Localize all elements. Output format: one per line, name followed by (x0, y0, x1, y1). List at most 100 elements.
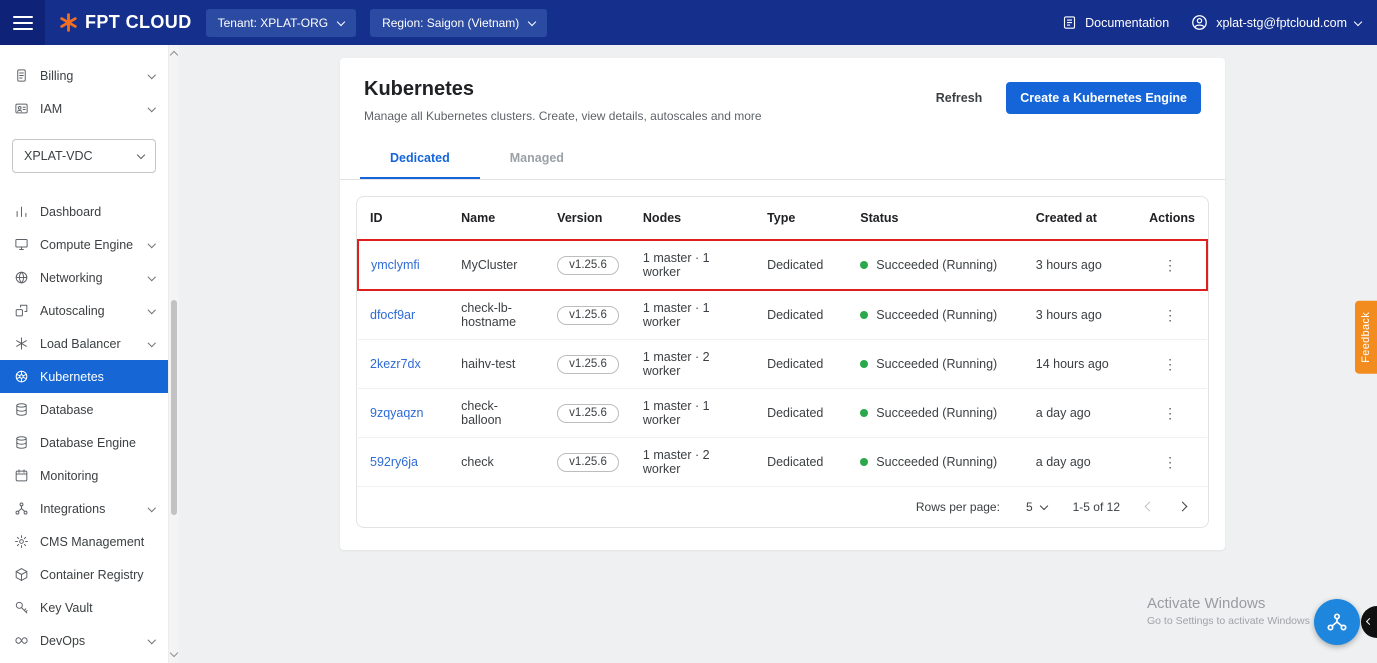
sidebar-item-autoscaling[interactable]: Autoscaling (0, 294, 168, 327)
region-label: Region: Saigon (Vietnam) (382, 15, 520, 30)
created-at: 3 hours ago (1035, 258, 1102, 272)
version-badge: v1.25.6 (557, 403, 619, 423)
sidebar-item-label: Database Engine (40, 435, 136, 450)
table-row: ymclymfi MyCluster v1.25.6 1 master · 1 wor… (357, 239, 1208, 291)
dashboard-icon (14, 204, 29, 219)
sidebar-item-cms-management[interactable]: CMS Management (0, 525, 168, 558)
menu-button[interactable] (0, 0, 45, 45)
sidebar-item-load-balancer[interactable]: Load Balancer (0, 327, 168, 360)
sidebar-item-iam[interactable]: IAM (0, 92, 168, 125)
row-actions-button[interactable]: ⋮ (1149, 356, 1177, 373)
sidebar-item-networking[interactable]: Networking (0, 261, 168, 294)
row-actions-button[interactable]: ⋮ (1149, 257, 1177, 274)
cluster-name: check (461, 455, 494, 469)
ai-assistant-icon (1325, 610, 1349, 634)
table-row: 2kezr7dx haihv-test v1.25.6 1 master · 2 wo… (358, 339, 1207, 389)
scroll-up-arrow-icon[interactable] (169, 50, 179, 60)
created-at: 14 hours ago (1035, 357, 1109, 371)
chevron-down-icon (147, 70, 156, 79)
documentation-link[interactable]: Documentation (1062, 15, 1169, 30)
cluster-name: haihv-test (461, 357, 516, 371)
column-header: Type (767, 211, 796, 225)
tab-label: Managed (509, 151, 564, 165)
account-menu[interactable]: xplat-stg@fptcloud.com (1191, 14, 1363, 31)
sidebar-item-integrations[interactable]: Integrations (0, 492, 168, 525)
cluster-nodes: 1 master · 1 worker (642, 251, 710, 279)
sidebar-item-database[interactable]: Database (0, 393, 168, 426)
column-header: Actions (1149, 211, 1195, 225)
column-header: Status (860, 211, 899, 225)
status-text: Succeeded (Running) (876, 455, 998, 469)
hamburger-icon (12, 15, 33, 30)
sidebar-main-group: Dashboard Compute Engine Networking Autosca… (0, 195, 168, 657)
created-at: a day ago (1035, 406, 1091, 420)
tab-managed[interactable]: Managed (480, 139, 594, 179)
status-dot-icon (860, 261, 869, 269)
status-dot-icon (860, 311, 869, 319)
status-dot-icon (860, 409, 869, 417)
create-kubernetes-button[interactable]: Create a Kubernetes Engine (1006, 82, 1201, 114)
activate-windows-watermark: Activate Windows Go to Settings to activ… (1147, 595, 1310, 627)
feedback-tab[interactable]: Feedback (1355, 301, 1377, 374)
version-badge: v1.25.6 (557, 452, 619, 472)
sidebar-item-database-engine[interactable]: Database Engine (0, 426, 168, 459)
topbar: FPT CLOUD Tenant: XPLAT-ORG Region: Saig… (0, 0, 1377, 45)
sidebar-item-monitoring[interactable]: Monitoring (0, 459, 168, 492)
compute-engine-icon (14, 237, 29, 252)
cluster-id-link[interactable]: 592ry6ja (370, 455, 418, 469)
sidebar-item-dashboard[interactable]: Dashboard (0, 195, 168, 228)
region-selector[interactable]: Region: Saigon (Vietnam) (370, 8, 548, 37)
cluster-nodes: 1 master · 1 worker (642, 301, 710, 329)
row-actions-button[interactable]: ⋮ (1149, 454, 1177, 471)
tab-dedicated[interactable]: Dedicated (360, 139, 480, 179)
vdc-selector[interactable]: XPLAT-VDC (12, 139, 156, 173)
tenant-selector[interactable]: Tenant: XPLAT-ORG (205, 8, 357, 37)
sidebar-item-billing[interactable]: Billing (0, 59, 168, 92)
chevron-down-icon (147, 239, 156, 248)
row-actions-button[interactable]: ⋮ (1149, 307, 1177, 324)
status-badge: Succeeded (Running) (860, 258, 1011, 272)
status-badge: Succeeded (Running) (860, 357, 1011, 371)
chevron-down-icon (147, 272, 156, 281)
sidebar-item-compute-engine[interactable]: Compute Engine (0, 228, 168, 261)
row-actions-button[interactable]: ⋮ (1149, 405, 1177, 422)
cluster-id-link[interactable]: dfocf9ar (370, 308, 415, 322)
refresh-button[interactable]: Refresh (930, 90, 989, 106)
cluster-id-link[interactable]: ymclymfi (371, 258, 420, 272)
support-chat-button[interactable] (1314, 599, 1360, 645)
status-badge: Succeeded (Running) (860, 455, 1011, 469)
prev-page-button[interactable] (1144, 501, 1155, 511)
sidebar-item-key-vault[interactable]: Key Vault (0, 591, 168, 624)
devops-icon (14, 633, 29, 648)
chevron-down-icon (528, 17, 537, 26)
cluster-nodes: 1 master · 2 worker (642, 448, 710, 476)
billing-icon (14, 68, 29, 83)
rows-per-page-select[interactable]: 5 (1026, 500, 1048, 514)
version-badge: v1.25.6 (557, 354, 619, 374)
chevron-right-icon (1177, 501, 1188, 511)
table-row: dfocf9ar check-lb-hostname v1.25.6 1 master… (358, 289, 1207, 340)
sidebar-item-kubernetes[interactable]: Kubernetes (0, 360, 168, 393)
scrollbar-thumb[interactable] (171, 300, 177, 515)
fpt-logo-icon (58, 12, 79, 33)
sidebar-scrollbar[interactable] (168, 45, 179, 663)
cluster-id-link[interactable]: 2kezr7dx (370, 357, 421, 371)
sidebar-item-label: Billing (40, 68, 74, 83)
cluster-id-link[interactable]: 9zqyaqzn (370, 406, 424, 420)
autoscaling-icon (14, 303, 29, 318)
status-badge: Succeeded (Running) (860, 308, 1011, 322)
key-vault-icon (14, 600, 29, 615)
created-at: a day ago (1035, 455, 1091, 469)
sidebar-item-label: Database (40, 402, 94, 417)
integrations-icon (14, 501, 29, 516)
sidebar-item-container-registry[interactable]: Container Registry (0, 558, 168, 591)
load-balancer-icon (14, 336, 29, 351)
sidebar-item-label: Monitoring (40, 468, 99, 483)
panel-header: Kubernetes Manage all Kubernetes cluster… (340, 58, 1225, 123)
sidebar-item-label: Autoscaling (40, 303, 105, 318)
sidebar-item-devops[interactable]: DevOps (0, 624, 168, 657)
kubernetes-icon (14, 369, 29, 384)
next-page-button[interactable] (1177, 501, 1188, 511)
status-text: Succeeded (Running) (876, 357, 998, 371)
scroll-down-arrow-icon[interactable] (169, 648, 179, 658)
